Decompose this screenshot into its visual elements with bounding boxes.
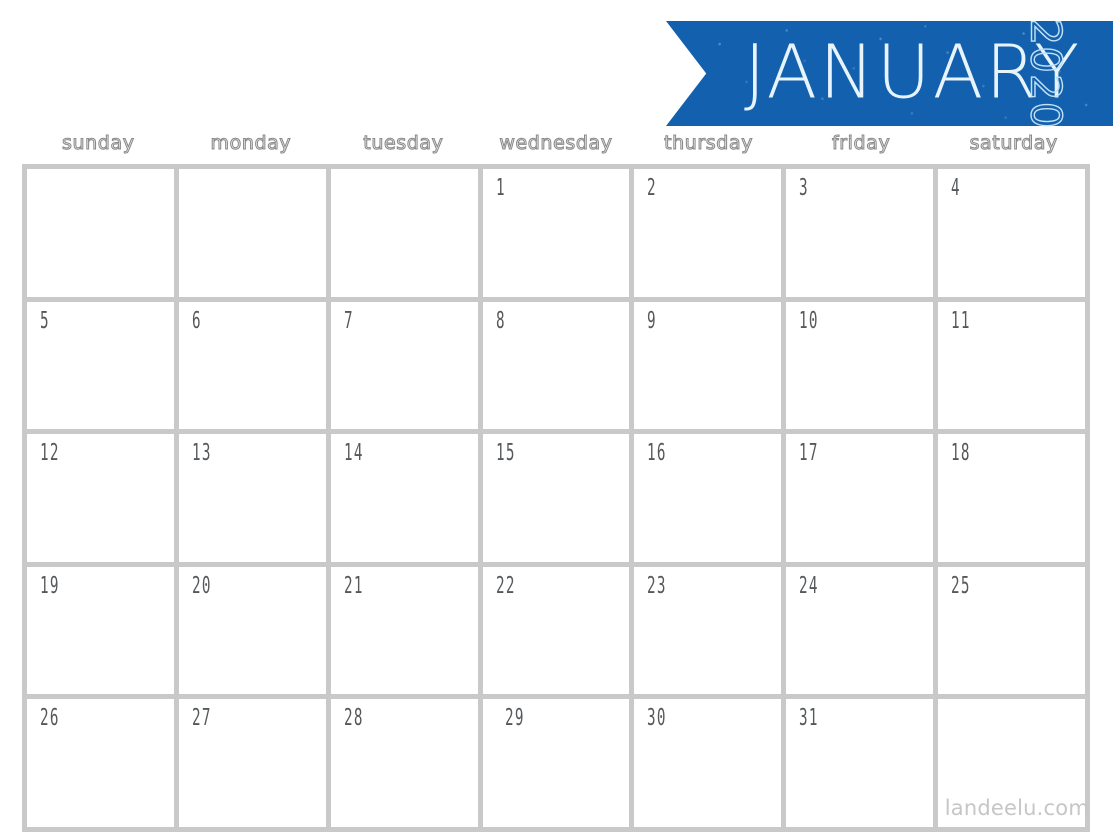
day-number: 20	[191, 572, 212, 599]
day-number: 24	[799, 572, 819, 599]
calendar-day-cell[interactable]: 31	[786, 699, 934, 827]
calendar-day-cell[interactable]: 14	[330, 434, 478, 562]
calendar-day-cell[interactable]	[330, 169, 478, 297]
day-number: 9	[647, 307, 658, 334]
calendar-day-cell[interactable]: 16	[634, 434, 782, 562]
weekday-header-sunday: sunday	[61, 131, 135, 154]
day-number: 1	[495, 175, 506, 201]
day-number: 4	[951, 175, 961, 201]
calendar-day-cell[interactable]	[178, 169, 326, 297]
weekday-header-friday: friday	[831, 131, 891, 154]
calendar-day-cell[interactable]: 8	[482, 301, 630, 430]
site-watermark: landeelu.com	[944, 796, 1089, 820]
weekday-header-wednesday: wednesday	[499, 131, 613, 154]
day-number: 30	[647, 705, 668, 732]
calendar-day-cell[interactable]: 2	[634, 169, 782, 297]
day-number: 13	[191, 440, 212, 467]
calendar-day-cell[interactable]: 6	[178, 301, 326, 430]
weekday-header-row: sunday monday tuesday wednesday thursday…	[22, 131, 1090, 154]
calendar-day-cell[interactable]: 18	[938, 434, 1085, 562]
weekday-header-tuesday: tuesday	[363, 131, 444, 154]
calendar-day-cell[interactable]: 29	[482, 699, 630, 827]
day-number: 23	[647, 572, 668, 599]
day-number: 10	[799, 307, 819, 334]
calendar-day-cell[interactable]: 30	[634, 699, 782, 827]
calendar-day-cell[interactable]: 28	[330, 699, 478, 827]
weekday-header-thursday: thursday	[664, 131, 754, 154]
day-number: 21	[343, 572, 364, 599]
calendar-day-cell[interactable]: 4	[938, 169, 1085, 297]
day-number: 2	[647, 175, 658, 201]
month-banner: JANUARY 2020	[666, 17, 1113, 130]
day-number: 26	[40, 705, 60, 732]
weekday-header-monday: monday	[210, 131, 292, 154]
day-number: 27	[191, 705, 212, 732]
day-number: 25	[951, 572, 971, 599]
calendar-day-cell[interactable]: 26	[27, 699, 174, 827]
day-number: 19	[40, 572, 60, 599]
day-number: 14	[343, 440, 364, 467]
weekday-header-saturday: saturday	[969, 131, 1058, 154]
calendar-day-cell[interactable]: 11	[938, 301, 1085, 430]
day-number: 28	[343, 705, 364, 732]
day-number: 8	[495, 307, 506, 334]
calendar-grid: 1 2 3 4 5 6 7 8 9 10 11 12 13 14 15 16 17 18 19 20 21 22 23 24 2…	[22, 164, 1090, 832]
day-number: 31	[799, 705, 819, 732]
calendar-day-cell[interactable]: 24	[786, 566, 934, 695]
calendar-day-cell[interactable]: 3	[786, 169, 934, 297]
calendar-day-cell[interactable]: 25	[938, 566, 1085, 695]
day-number: 3	[799, 175, 810, 201]
day-number: 18	[951, 440, 971, 467]
calendar-day-cell[interactable]: 15	[482, 434, 630, 562]
calendar-day-cell[interactable]: 20	[178, 566, 326, 695]
calendar-day-cell[interactable]: 10	[786, 301, 934, 430]
calendar-day-cell[interactable]: 27	[178, 699, 326, 827]
day-number: 12	[40, 440, 60, 467]
calendar-day-cell[interactable]: 22	[482, 566, 630, 695]
day-number: 29	[504, 705, 525, 732]
day-number: 7	[343, 307, 354, 334]
day-number: 17	[799, 440, 819, 467]
day-number: 11	[951, 307, 971, 334]
calendar-day-cell[interactable]: 13	[178, 434, 326, 562]
calendar-day-cell[interactable]: 17	[786, 434, 934, 562]
day-number: 15	[495, 440, 516, 467]
day-number: 16	[647, 440, 668, 467]
calendar-day-cell[interactable]: 23	[634, 566, 782, 695]
year-label: 2020	[1021, 17, 1071, 129]
calendar-day-cell[interactable]: 7	[330, 301, 478, 430]
calendar-day-cell[interactable]: 1	[482, 169, 630, 297]
calendar-day-cell[interactable]: 5	[27, 301, 174, 430]
day-number: 22	[495, 572, 516, 599]
calendar-day-cell[interactable]: 12	[27, 434, 174, 562]
calendar-day-cell[interactable]: 9	[634, 301, 782, 430]
calendar-day-cell[interactable]: 21	[330, 566, 478, 695]
calendar-day-cell[interactable]: 19	[27, 566, 174, 695]
day-number: 6	[191, 307, 202, 334]
calendar-day-cell[interactable]	[27, 169, 174, 297]
day-number: 5	[40, 307, 50, 334]
